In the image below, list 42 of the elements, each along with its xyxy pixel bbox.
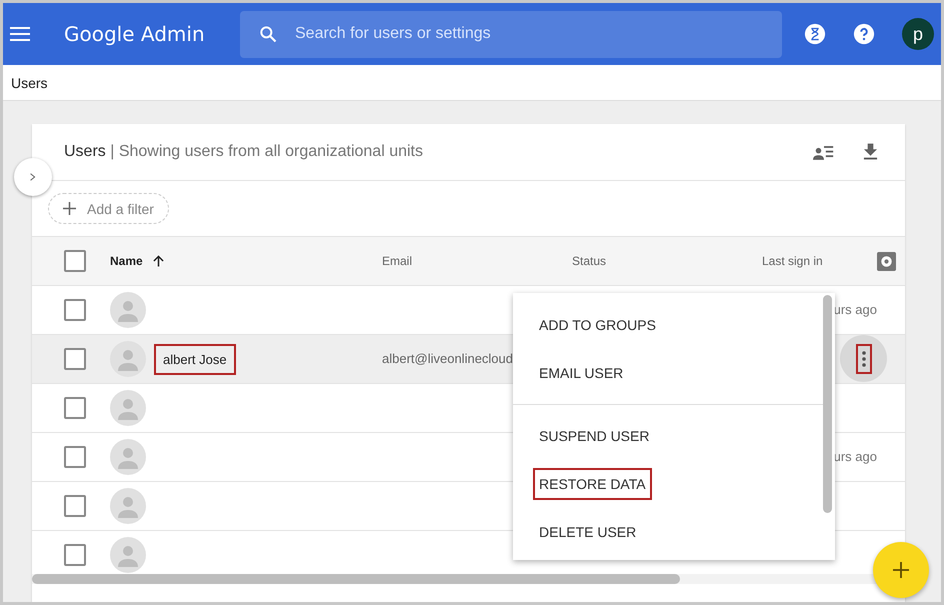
avatar-icon <box>110 390 146 426</box>
row-checkbox[interactable] <box>64 348 86 370</box>
avatar-icon <box>110 439 146 475</box>
vertical-scrollbar[interactable] <box>823 295 832 513</box>
user-list-icon[interactable] <box>813 144 835 160</box>
row-checkbox[interactable] <box>64 446 86 468</box>
plus-icon <box>893 562 909 578</box>
card-title: Users | Showing users from all organizational units <box>64 143 423 161</box>
download-icon[interactable] <box>863 143 878 161</box>
select-all-checkbox[interactable] <box>64 250 86 272</box>
avatar-icon <box>110 341 146 377</box>
horizontal-scrollbar[interactable] <box>32 574 680 584</box>
avatar-icon <box>110 537 146 573</box>
account-avatar[interactable]: p <box>902 18 934 50</box>
column-header[interactable]: Email <box>382 254 412 268</box>
more-options-button[interactable] <box>840 335 887 382</box>
search-icon <box>258 24 278 44</box>
column-header[interactable]: Name <box>110 254 143 268</box>
settings-icon[interactable] <box>877 252 896 270</box>
menu-item[interactable]: DELETE USER <box>535 518 640 546</box>
hourglass-icon[interactable] <box>804 23 826 45</box>
help-icon[interactable] <box>853 23 875 45</box>
row-checkbox[interactable] <box>64 495 86 517</box>
add-button[interactable] <box>873 542 929 598</box>
row-checkbox[interactable] <box>64 397 86 419</box>
avatar-icon <box>110 488 146 524</box>
column-header[interactable]: Status <box>572 254 606 268</box>
app-title: Google Admin <box>64 22 206 46</box>
row-checkbox[interactable] <box>64 299 86 321</box>
user-name[interactable]: albert Jose <box>156 346 234 372</box>
avatar-icon <box>110 292 146 328</box>
sort-arrow-icon[interactable] <box>152 255 164 267</box>
row-checkbox[interactable] <box>64 544 86 566</box>
add-filter-button[interactable]: Add a filter <box>48 193 169 224</box>
menu-item[interactable]: EMAIL USER <box>535 359 628 387</box>
breadcrumb[interactable]: Users <box>11 74 48 90</box>
more-vert-icon <box>856 344 872 374</box>
column-header[interactable]: Last sign in <box>762 254 823 268</box>
user-email: albert@liveonlinecloud <box>382 351 513 366</box>
chevron-right-icon <box>29 172 37 182</box>
menu-icon[interactable] <box>10 27 30 41</box>
plus-icon <box>63 202 76 215</box>
